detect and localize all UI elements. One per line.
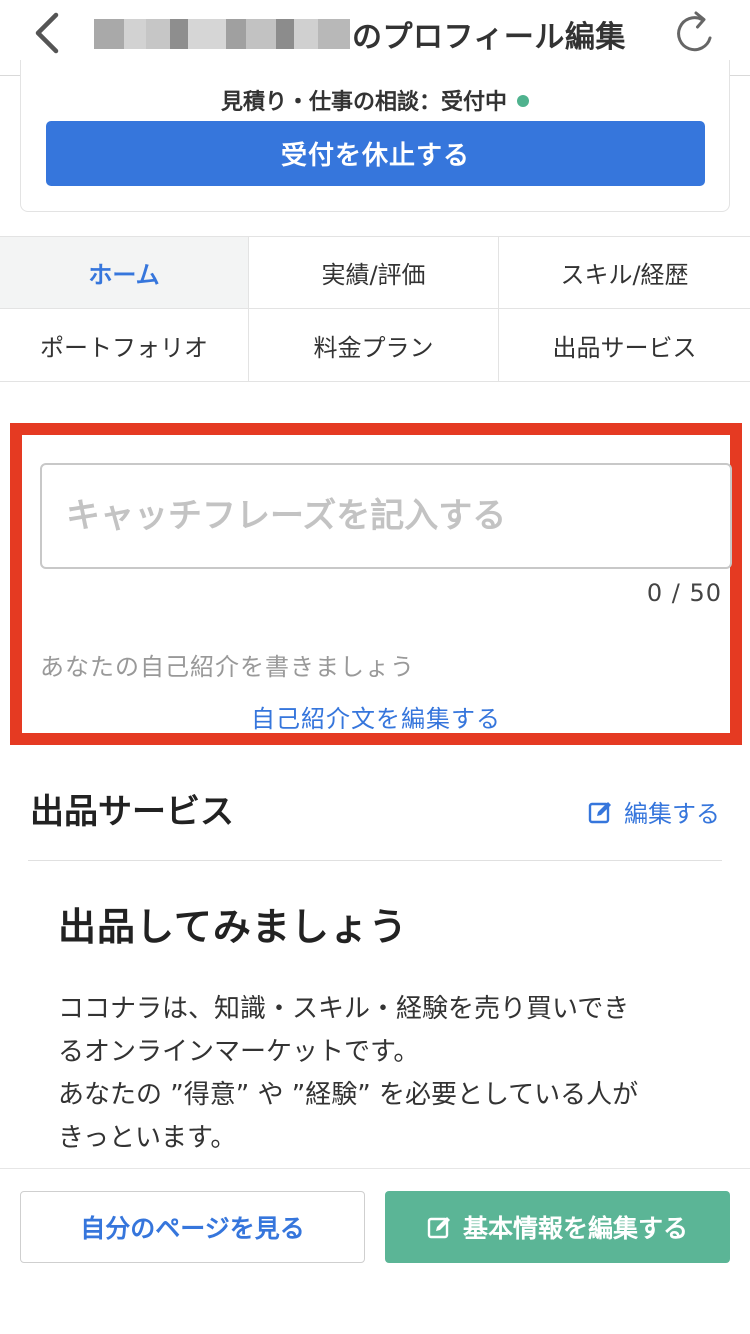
- bottom-action-bar: 自分のページを見る 基本情報を編集する: [0, 1168, 750, 1334]
- description-line: あなたの ”得意” や ”経験” を必要としている人が: [58, 1080, 639, 1110]
- reception-status-text: 見積り・仕事の相談：受付中: [220, 90, 507, 115]
- reception-status-card: 見積り・仕事の相談：受付中 受付を休止する: [20, 60, 730, 212]
- redacted-username: [94, 19, 350, 49]
- edit-icon: [588, 801, 611, 823]
- back-button[interactable]: [22, 8, 72, 58]
- services-section-title: 出品サービス: [30, 792, 234, 832]
- services-empty-description: ココナラは、知識・スキル・経験を売り買いでき るオンラインマーケットです。 あな…: [58, 988, 688, 1160]
- reception-status: 見積り・仕事の相談：受付中: [21, 84, 729, 116]
- tab-portfolio[interactable]: ポートフォリオ: [0, 309, 249, 381]
- edit-basic-info-button[interactable]: 基本情報を編集する: [385, 1191, 730, 1263]
- edit-intro-link[interactable]: 自己紹介文を編集する: [22, 699, 730, 734]
- header-title-group: のプロフィール編集: [94, 12, 626, 56]
- edit-services-button[interactable]: 編集する: [588, 794, 720, 829]
- description-line: きっといます。: [58, 1123, 237, 1153]
- highlight-frame: 0 / 50 あなたの自己紹介を書きましょう 自己紹介文を編集する: [10, 423, 742, 745]
- section-divider: [28, 860, 722, 861]
- view-my-page-button[interactable]: 自分のページを見る: [20, 1191, 365, 1263]
- refresh-button[interactable]: [668, 4, 724, 60]
- chevron-left-icon: [35, 12, 59, 54]
- intro-placeholder-text: あなたの自己紹介を書きましょう: [40, 653, 415, 681]
- tab-home[interactable]: ホーム: [0, 237, 249, 309]
- services-empty-title: 出品してみましょう: [58, 905, 408, 949]
- catchphrase-char-count: 0 / 50: [646, 579, 722, 607]
- pause-reception-button[interactable]: 受付を休止する: [46, 121, 705, 186]
- profile-tabs: ホーム 実績/評価 スキル/経歴 ポートフォリオ 料金プラン 出品サービス: [0, 236, 750, 382]
- refresh-icon: [677, 11, 712, 52]
- edit-icon: [427, 1214, 453, 1240]
- page-title: のプロフィール編集: [352, 20, 626, 55]
- tab-pricing[interactable]: 料金プラン: [249, 309, 499, 381]
- edit-services-label: 編集する: [624, 800, 720, 828]
- status-indicator-dot: [517, 95, 529, 107]
- tab-services[interactable]: 出品サービス: [499, 309, 750, 381]
- description-line: ココナラは、知識・スキル・経験を売り買いでき: [58, 994, 630, 1024]
- catchphrase-input[interactable]: [40, 463, 732, 569]
- description-line: るオンラインマーケットです。: [58, 1037, 420, 1067]
- edit-basic-info-label: 基本情報を編集する: [462, 1214, 688, 1243]
- tab-achievements[interactable]: 実績/評価: [249, 237, 499, 309]
- tab-skills[interactable]: スキル/経歴: [499, 237, 750, 309]
